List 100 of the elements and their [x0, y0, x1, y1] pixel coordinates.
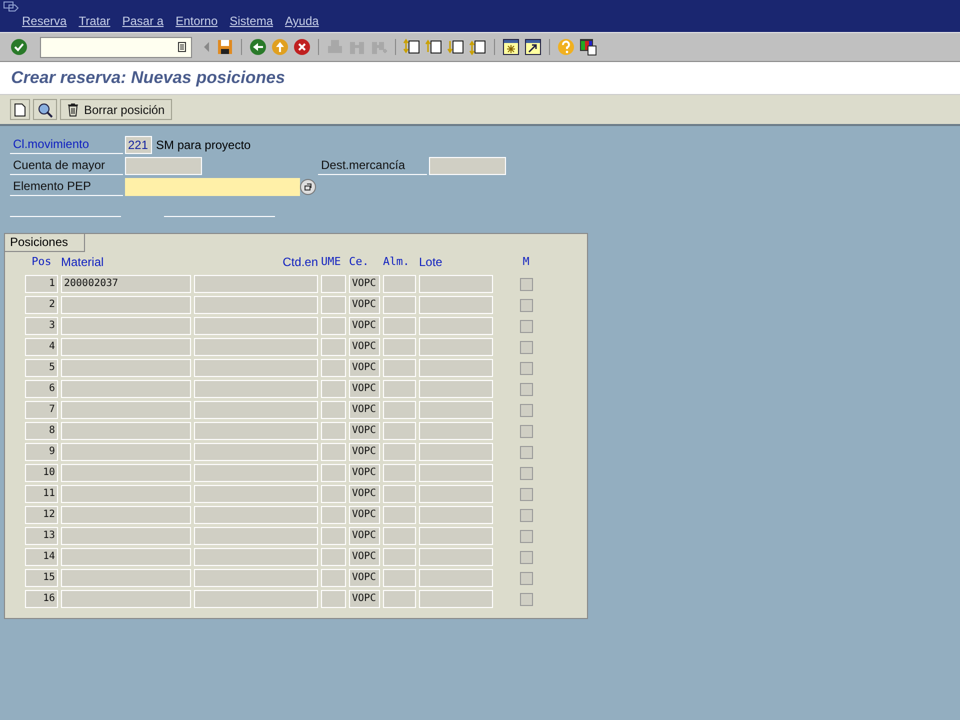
storage-location-cell[interactable]	[383, 548, 416, 566]
batch-cell[interactable]	[419, 548, 493, 566]
quantity-cell[interactable]	[194, 296, 318, 314]
batch-cell[interactable]	[419, 359, 493, 377]
storage-location-cell[interactable]	[383, 401, 416, 419]
checkbox[interactable]	[520, 466, 532, 480]
plant-cell[interactable]: VOPC	[349, 527, 380, 545]
plant-cell[interactable]: VOPC	[349, 317, 380, 335]
storage-location-cell[interactable]	[383, 485, 416, 503]
plant-cell[interactable]: VOPC	[349, 443, 380, 461]
layout-icon[interactable]	[579, 38, 597, 56]
batch-cell[interactable]	[419, 527, 493, 545]
quantity-cell[interactable]	[194, 485, 318, 503]
storage-location-cell[interactable]	[383, 443, 416, 461]
plant-cell[interactable]: VOPC	[349, 296, 380, 314]
plant-cell[interactable]: VOPC	[349, 569, 380, 587]
first-page-icon[interactable]	[403, 38, 421, 56]
checkbox[interactable]	[520, 446, 532, 458]
save-icon[interactable]	[216, 38, 234, 56]
menu-item[interactable]: Tratar	[78, 14, 110, 28]
checkbox[interactable]	[520, 488, 532, 500]
column-header[interactable]: Alm.	[383, 254, 416, 272]
next-page-icon[interactable]	[447, 38, 465, 56]
checkbox[interactable]	[520, 550, 532, 564]
storage-location-cell[interactable]	[383, 317, 416, 335]
material-cell[interactable]	[61, 401, 191, 419]
quantity-cell[interactable]	[194, 548, 318, 566]
goods-recipient-field[interactable]	[429, 157, 506, 175]
batch-cell[interactable]	[419, 317, 493, 335]
batch-cell[interactable]	[419, 401, 493, 419]
material-cell[interactable]	[61, 548, 191, 566]
batch-cell[interactable]	[419, 464, 493, 482]
movement-type-field[interactable]: 221	[125, 136, 152, 154]
plant-cell[interactable]: VOPC	[349, 275, 380, 293]
plant-cell[interactable]: VOPC	[349, 506, 380, 524]
command-field[interactable]	[40, 36, 192, 58]
menu-item[interactable]: Entorno	[176, 14, 218, 28]
storage-location-cell[interactable]	[383, 590, 416, 608]
plant-cell[interactable]: VOPC	[349, 422, 380, 440]
last-page-icon[interactable]	[469, 38, 487, 56]
plant-cell[interactable]: VOPC	[349, 590, 380, 608]
window-menu-icon[interactable]	[3, 1, 19, 13]
column-header[interactable]: Lote	[419, 254, 493, 272]
storage-location-cell[interactable]	[383, 338, 416, 356]
material-cell[interactable]: 200002037	[61, 275, 191, 293]
column-header[interactable]: Ctd.en	[194, 254, 318, 272]
plant-cell[interactable]: VOPC	[349, 380, 380, 398]
material-cell[interactable]	[61, 527, 191, 545]
checkbox[interactable]	[520, 424, 532, 438]
batch-cell[interactable]	[419, 380, 493, 398]
menu-item[interactable]: Ayuda	[285, 14, 319, 28]
storage-location-cell[interactable]	[383, 422, 416, 440]
batch-cell[interactable]	[419, 338, 493, 356]
material-cell[interactable]	[61, 464, 191, 482]
menu-item[interactable]: Pasar a	[122, 14, 164, 28]
unit-cell[interactable]	[321, 590, 346, 608]
quantity-cell[interactable]	[194, 317, 318, 335]
quantity-cell[interactable]	[194, 338, 318, 356]
material-cell[interactable]	[61, 590, 191, 608]
unit-cell[interactable]	[321, 338, 346, 356]
quantity-cell[interactable]	[194, 401, 318, 419]
checkbox[interactable]	[520, 340, 532, 354]
batch-cell[interactable]	[419, 506, 493, 524]
unit-cell[interactable]	[321, 506, 346, 524]
new-window-icon[interactable]	[502, 38, 520, 56]
dropdown-icon[interactable]	[178, 42, 186, 52]
material-cell[interactable]	[61, 443, 191, 461]
delete-item-button[interactable]: Borrar posición	[60, 99, 172, 120]
menu-item[interactable]: Reserva	[22, 14, 67, 28]
back-icon[interactable]	[249, 38, 267, 56]
new-document-button[interactable]	[10, 99, 30, 120]
unit-cell[interactable]	[321, 464, 346, 482]
quantity-cell[interactable]	[194, 464, 318, 482]
gl-account-field[interactable]	[125, 157, 202, 175]
column-header[interactable]: Pos	[25, 254, 58, 272]
plant-cell[interactable]: VOPC	[349, 401, 380, 419]
checkbox[interactable]	[520, 572, 532, 584]
material-cell[interactable]	[61, 359, 191, 377]
quantity-cell[interactable]	[194, 590, 318, 608]
plant-cell[interactable]: VOPC	[349, 464, 380, 482]
unit-cell[interactable]	[321, 548, 346, 566]
plant-cell[interactable]: VOPC	[349, 338, 380, 356]
batch-cell[interactable]	[419, 275, 493, 293]
material-cell[interactable]	[61, 317, 191, 335]
quantity-cell[interactable]	[194, 359, 318, 377]
shortcut-window-icon[interactable]	[524, 38, 542, 56]
storage-location-cell[interactable]	[383, 380, 416, 398]
checkbox[interactable]	[520, 592, 532, 606]
quantity-cell[interactable]	[194, 443, 318, 461]
material-cell[interactable]	[61, 485, 191, 503]
quantity-cell[interactable]	[194, 380, 318, 398]
checkbox[interactable]	[520, 278, 532, 290]
quantity-cell[interactable]	[194, 422, 318, 440]
storage-location-cell[interactable]	[383, 506, 416, 524]
unit-cell[interactable]	[321, 569, 346, 587]
checkbox[interactable]	[520, 508, 532, 522]
column-header[interactable]: Material	[61, 254, 191, 272]
batch-cell[interactable]	[419, 296, 493, 314]
value-help-icon[interactable]	[300, 179, 316, 195]
batch-cell[interactable]	[419, 590, 493, 608]
